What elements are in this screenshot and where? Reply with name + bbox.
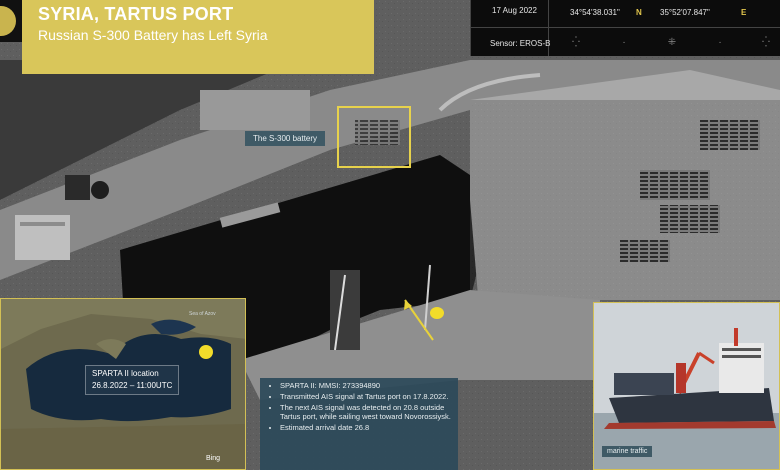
photo-source-caption: marine traffic [602, 446, 653, 457]
dot-icon: · [622, 37, 626, 48]
image-info-bar: 17 Aug 2022 34°54'38.031" N 35°52'07.847… [470, 0, 780, 56]
info-item: SPARTA II: MMSI: 273394890 [280, 381, 452, 390]
battery-label: The S-300 battery [245, 131, 326, 146]
longitude-value: 35°52'07.847" [660, 8, 710, 17]
crosshair-icon: ⁛ [762, 37, 770, 48]
dot-icon: · [718, 37, 722, 48]
info-item: Transmitted AIS signal at Tartus port on… [280, 392, 452, 401]
location-title: SPARTA II location [92, 369, 159, 378]
page-subtitle: Russian S-300 Battery has Left Syria [38, 27, 268, 43]
crosshair-icon: ⁛ [572, 37, 580, 48]
location-time: 26.8.2022 – 11:00UTC [92, 381, 173, 390]
sea-of-azov-label: Sea of Azov [189, 311, 216, 317]
title-box: SYRIA, TARTUS PORT Russian S-300 Battery… [22, 0, 374, 74]
longitude-direction: E [741, 8, 747, 17]
capture-date: 17 Aug 2022 [492, 6, 537, 15]
map-inset: Sea of Azov SPARTA II location 26.8.2022… [0, 298, 246, 470]
satellite-image-slide: SYRIA, TARTUS PORT Russian S-300 Battery… [0, 0, 780, 470]
crosshair-icon: ⁜ [667, 37, 677, 48]
logo [0, 0, 22, 42]
info-item: The next AIS signal was detected on 20.8… [280, 403, 452, 421]
ais-info-panel: SPARTA II: MMSI: 273394890 Transmitted A… [260, 378, 458, 470]
sensor-label: Sensor: EROS-B [490, 39, 551, 48]
info-item: Estimated arrival date 26.8 [280, 423, 452, 432]
latitude-value: 34°54'38.031" [570, 8, 620, 17]
page-title: SYRIA, TARTUS PORT [38, 4, 234, 24]
logo-emblem-icon [0, 6, 16, 36]
map-attribution: Bing [206, 455, 221, 462]
latitude-direction: N [636, 8, 642, 17]
ship-photo-inset: marine traffic [593, 302, 780, 470]
cargo-ship-photo [594, 303, 779, 469]
ship-location-label: SPARTA II location 26.8.2022 – 11:00UTC [85, 365, 180, 395]
